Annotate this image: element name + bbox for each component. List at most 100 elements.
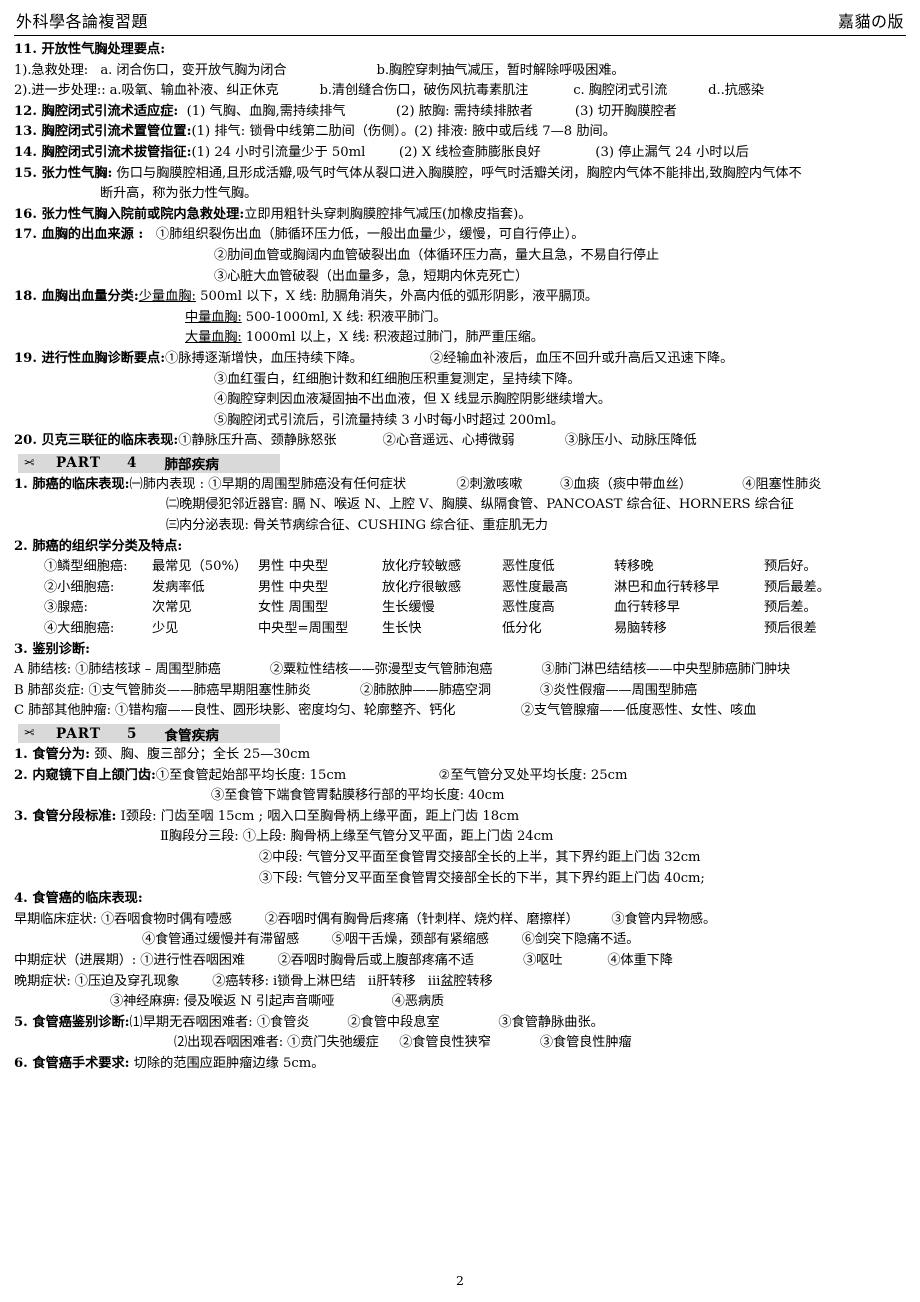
item-lead: 14. 胸腔闭式引流术拔管指征: [14, 144, 192, 160]
list-item-continuation: ③至食管下端食管胃黏膜移行部的平均长度: 40cm [211, 788, 505, 804]
cell-incidence: 少见 [152, 621, 179, 637]
list-item: 3. 食管分段标准: Ⅰ颈段: 门齿至咽 15cm ; 咽入口至胸骨柄上缘平面，… [14, 807, 906, 828]
list-item-continuation: ③心脏大血管破裂（出血量多，急，短期内休克死亡） [214, 268, 529, 284]
cell-metastasis: 易脑转移 [614, 621, 667, 637]
list-item: 4. 食管癌的临床表现: [14, 889, 906, 910]
cell-type: ②小细胞癌: [44, 579, 115, 595]
item-body: (1) 排气: 锁骨中线第二肋间（伤侧）。(2) 排液: 腋中或后线 7—8 肋… [191, 124, 616, 140]
running-header: 外科學各論複習題 嘉貓の版 [14, 10, 906, 35]
item-lead: 2. 肺癌的组织学分类及特点: [14, 538, 183, 554]
list-item: 13. 胸腔闭式引流术置管位置:(1) 排气: 锁骨中线第二肋间（伤侧）。(2)… [14, 122, 906, 143]
document-title: 外科學各論複習題 [16, 12, 149, 31]
item-body: 500ml 以下，X 线: 肋膈角消失，外高内低的弧形阴影，液平膈顶。 [195, 289, 599, 305]
list-item-continuation: ⑤胸腔闭式引流后，引流量持续 3 小时每小时超过 200ml。 [214, 412, 564, 428]
table-row: ②小细胞癌: 发病率低 男性 中央型 放化疗很敏感 恶性度最高 淋巴和血行转移早… [44, 578, 864, 599]
item-lead: 12. 胸腔闭式引流术适应症: [14, 103, 179, 119]
cell-site: 中央型=周围型 [258, 621, 349, 637]
item-lead: 16. 张力性气胸入院前或院内急救处理: [14, 206, 245, 222]
item-body: 立即用粗针头穿刺胸膜腔排气减压(加橡皮指套)。 [244, 206, 532, 222]
table-row: ③腺癌: 次常见 女性 周围型 生长缓慢 恶性度高 血行转移早 预后差。 [44, 598, 864, 619]
list-item-continuation: Ⅱ胸段分三段: ①上段: 胸骨柄上缘至气管分叉平面，距上门齿 24cm [160, 829, 554, 845]
cell-site: 女性 周围型 [258, 600, 329, 616]
cell-malignancy: 恶性度高 [502, 600, 555, 616]
item-body: (1) 24 小时引流量少于 50ml (2) X 线检查肺膨胀良好 (3) 停… [191, 144, 749, 160]
list-item: 11. 开放性气胸处理要点: [14, 40, 906, 61]
item-body: ①肺组织裂伤出血（肺循环压力低，一般出血量少，缓慢，可自行停止）。 [143, 227, 585, 243]
item-lead: 3. 鉴别诊断: [14, 641, 90, 657]
cell-sensitivity: 生长快 [382, 621, 422, 637]
list-item-continuation: ③神经麻痹: 侵及喉返 N 引起声音嘶哑 ④恶病质 [110, 994, 445, 1010]
table-row: ④大细胞癌: 少见 中央型=周围型 生长快 低分化 易脑转移 预后很差 [44, 619, 864, 640]
list-item: 1. 肺癌的临床表现:㈠肺内表现 : ①早期的周围型肺癌没有任何症状 ②刺激咳嗽… [14, 475, 906, 496]
cell-malignancy: 低分化 [502, 621, 542, 637]
list-item-continuation: ③血红蛋白，红细胞计数和红细胞压积重复测定，呈持续下降。 [214, 371, 581, 387]
cell-incidence: 最常见（50%） [152, 559, 248, 575]
cell-prognosis: 预后差。 [764, 600, 817, 616]
cell-metastasis: 转移晚 [614, 559, 654, 575]
item-body: ㈠肺内表现 : ①早期的周围型肺癌没有任何症状 ②刺激咳嗽 ③血痰（痰中带血丝）… [129, 476, 822, 492]
item-body: Ⅰ颈段: 门齿至咽 15cm ; 咽入口至胸骨柄上缘平面，距上门齿 18cm [116, 808, 520, 824]
cell-type: ③腺癌: [44, 600, 89, 616]
list-item-continuation: ㈢内分泌表现: 骨关节病综合征、CUSHING 综合征、重症肌无力 [166, 518, 548, 534]
list-item: 6. 食管癌手术要求: 切除的范围应距肿瘤边缘 5cm。 [14, 1054, 906, 1075]
list-item: 15. 张力性气胸: 伤口与胸膜腔相通,且形成活瓣,吸气时气体从裂口进入胸膜腔，… [14, 164, 906, 185]
cell-type: ①鳞型细胞癌: [44, 559, 128, 575]
part-number: 5 [126, 725, 137, 742]
part-banner-4: ✂ PART 4 肺部疾病 [18, 453, 280, 474]
list-item-continuation: ⑵出现吞咽困难者: ①贲门失弛缓症 ②食管良性狭窄 ③食管良性肿瘤 [174, 1035, 632, 1051]
part-title: 食管疾病 [164, 727, 219, 744]
list-item: 中期症状（进展期）: ①进行性吞咽困难 ②吞咽时胸骨后或上腹部疼痛不适 ③呕吐 … [14, 952, 673, 968]
list-item: B 肺部炎症: ①支气管肺炎——肺癌早期阻塞性肺炎 ②肺脓肿——肺癌空洞 ③炎性… [14, 682, 698, 698]
cell-site: 男性 中央型 [258, 559, 329, 575]
list-item-continuation: ②中段: 气管分叉平面至食管胃交接部全长的上半，其下界约距上门齿 32cm [259, 849, 701, 865]
item-lead: 17. 血胸的出血来源 : [14, 227, 144, 243]
part-banner-5: ✂ PART 5 食管疾病 [18, 724, 280, 744]
list-item-continuation: ㈡晚期侵犯邻近器官: 膈 N、喉返 N、上腔 V、胸膜、纵隔食管、PANCOAS… [166, 497, 794, 513]
cell-sensitivity: 放化疗较敏感 [382, 559, 462, 575]
item-lead: 1. 肺癌的临床表现: [14, 476, 130, 492]
item-body: ①至食管起始部平均长度: 15cm ②至气管分叉处平均长度: 25cm [155, 767, 628, 783]
item-emphasis: 中量血胸: [185, 309, 242, 325]
page-number: 2 [456, 1273, 464, 1288]
item-lead: 13. 胸腔闭式引流术置管位置: [14, 124, 192, 140]
scissors-icon: ✂ [23, 455, 35, 471]
list-item-continuation: ②肋间血管或胸阔内血管破裂出血（体循环压力高，量大且急，不易自行停止 [214, 247, 659, 263]
item-lead: 1. 食管分为: [14, 747, 90, 762]
list-item: 早期临床症状: ①吞咽食物时偶有噎感 ②吞咽时偶有胸骨后疼痛（针刺样、烧灼样、磨… [14, 911, 717, 927]
cell-metastasis: 淋巴和血行转移早 [614, 579, 720, 595]
list-item: 20. 贝克三联征的临床表现:①静脉压升高、颈静脉怒张 ②心音遥远、心搏微弱 ③… [14, 431, 906, 452]
item-lead: 3. 食管分段标准: [14, 808, 117, 824]
item-lead: 11. 开放性气胸处理要点: [14, 42, 166, 57]
list-item: 12. 胸腔闭式引流术适应症: (1) 气胸、血胸,需持续排气 (2) 脓胸: … [14, 102, 906, 123]
list-item: 14. 胸腔闭式引流术拔管指征:(1) 24 小时引流量少于 50ml (2) … [14, 143, 906, 164]
part-label: PART [56, 455, 101, 472]
item-lead: 18. 血胸出血量分类: [14, 289, 139, 305]
item-body: 颈、胸、腹三部分；全长 25—30cm [89, 747, 311, 762]
scissors-icon: ✂ [23, 726, 35, 741]
list-item: 2).进一步处理:: a.吸氧、输血补液、纠正休克 b.清创缝合伤口，破伤风抗毒… [14, 83, 764, 99]
document-author: 嘉貓の版 [837, 12, 904, 31]
cell-malignancy: 恶性度最高 [502, 579, 568, 595]
list-item: 3. 鉴别诊断: [14, 640, 906, 661]
list-item: 16. 张力性气胸入院前或院内急救处理:立即用粗针头穿刺胸膜腔排气减压(加橡皮指… [14, 205, 906, 226]
cell-prognosis: 预后好。 [764, 559, 817, 575]
part-title: 肺部疾病 [164, 457, 219, 474]
item-body: ⑴早期无吞咽困难者: ①食管炎 ②食管中段息室 ③食管静脉曲张。 [129, 1014, 604, 1030]
list-item-continuation: ④食管通过缓慢并有滞留感 ⑤咽干舌燥，颈部有紧缩感 ⑥剑突下隐痛不适。 [142, 932, 640, 948]
item-lead: 4. 食管癌的临床表现: [14, 891, 143, 907]
cell-prognosis: 预后最差。 [764, 579, 830, 595]
item-lead: 19. 进行性血胸诊断要点: [14, 350, 166, 366]
item-lead: 15. 张力性气胸: [14, 165, 113, 181]
item-body: 切除的范围应距肿瘤边缘 5cm。 [129, 1055, 325, 1071]
list-item: 2. 肺癌的组织学分类及特点: [14, 537, 906, 558]
list-item-continuation: ③下段: 气管分叉平面至食管胃交接部全长的下半，其下界约距上门齿 40cm; [259, 870, 705, 886]
cell-type: ④大细胞癌: [44, 621, 115, 637]
list-item-continuation: 大量血胸: 1000ml 以上，X 线: 积液超过肺门，肺严重压缩。 [14, 328, 906, 349]
cell-metastasis: 血行转移早 [614, 600, 680, 616]
document-page: 外科學各論複習題 嘉貓の版 11. 开放性气胸处理要点: 1).急救处理: a.… [0, 0, 920, 1302]
list-item: A 肺结核: ①肺结核球 – 周围型肺癌 ②粟粒性结核——弥漫型支气管肺泡癌 ③… [14, 662, 791, 678]
list-item-continuation: ④胸腔穿刺因血液凝固抽不出血液，但 X 线显示胸腔阴影继续增大。 [214, 392, 612, 408]
item-lead: 20. 贝克三联征的临床表现: [14, 433, 179, 449]
list-item: 2. 内窥镜下自上颌门齿:①至食管起始部平均长度: 15cm ②至气管分叉处平均… [14, 766, 906, 787]
item-lead: 2. 内窥镜下自上颌门齿: [14, 767, 156, 783]
